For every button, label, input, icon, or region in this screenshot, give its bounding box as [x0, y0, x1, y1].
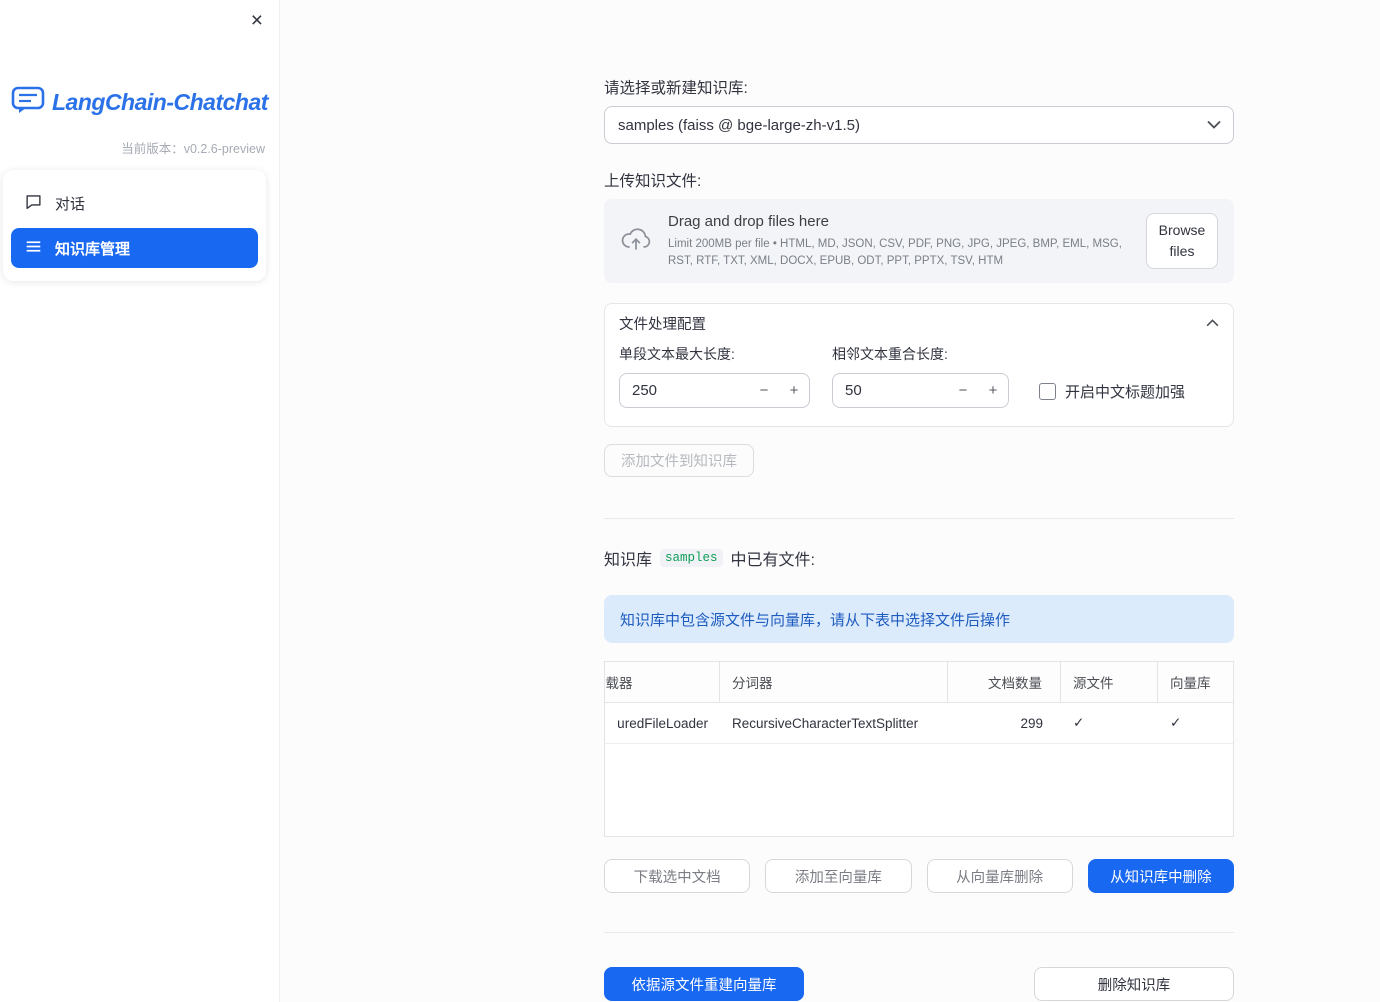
- remove-from-vector-store-button[interactable]: 从向量库删除: [926, 859, 1073, 893]
- table-row[interactable]: UnstructuredFileLoader RecursiveCharacte…: [605, 703, 1233, 744]
- existing-files-line: 知识库 samples 中已有文件:: [604, 546, 1234, 570]
- file-config-title: 文件处理配置: [619, 316, 706, 333]
- content-column: 请选择或新建知识库: samples (faiss @ bge-large-zh…: [604, 0, 1234, 1001]
- files-table-header: 文档加载器 分词器 文档数量 源文件 向量库: [605, 662, 1233, 703]
- chunk-size-value[interactable]: 250: [620, 382, 749, 399]
- file-action-buttons: 下载选中文档 添加至向量库 从向量库删除 从知识库中删除: [604, 859, 1234, 893]
- cell-splitter[interactable]: RecursiveCharacterTextSplitter: [720, 703, 948, 743]
- zh-title-enhance-label: 开启中文标题加强: [1065, 384, 1186, 401]
- uploader-limit: Limit 200MB per file • HTML, MD, JSON, C…: [668, 237, 1122, 267]
- chat-bubble-icon: [25, 193, 42, 214]
- cell-loader[interactable]: UnstructuredFileLoader: [605, 703, 720, 743]
- cell-docs[interactable]: 299: [948, 703, 1061, 743]
- chunk-size-decrement-button[interactable]: −: [749, 374, 779, 407]
- file-config-expander: 文件处理配置 单段文本最大长度: 250 − + 相邻文本重合长度: 50 − …: [604, 303, 1234, 427]
- kb-selectbox[interactable]: samples (faiss @ bge-large-zh-v1.5): [604, 106, 1234, 144]
- overlap-size-input[interactable]: 50 − +: [832, 373, 1009, 408]
- sidebar-item-label: 知识库管理: [55, 240, 131, 258]
- chunk-size-increment-button[interactable]: +: [779, 374, 809, 407]
- logo-chat-icon: [11, 86, 45, 119]
- kb-level-buttons: 依据源文件重建向量库 删除知识库: [604, 967, 1234, 1001]
- download-selected-button[interactable]: 下载选中文档: [604, 859, 751, 893]
- uploader-title: Drag and drop files here: [668, 212, 829, 230]
- cell-source-check[interactable]: ✓: [1061, 703, 1158, 743]
- uploader-texts: Drag and drop files here Limit 200MB per…: [668, 213, 1130, 269]
- zh-title-enhance-field: 开启中文标题加强: [1039, 375, 1185, 408]
- chunk-size-field: 单段文本最大长度: 250 − +: [619, 344, 810, 408]
- overlap-size-decrement-button[interactable]: −: [948, 374, 978, 407]
- kb-select-label: 请选择或新建知识库:: [604, 80, 748, 97]
- info-alert: 知识库中包含源文件与向量库，请从下表中选择文件后操作: [604, 595, 1234, 643]
- overlap-size-field: 相邻文本重合长度: 50 − +: [832, 344, 1009, 408]
- chunk-size-label: 单段文本最大长度:: [619, 346, 735, 362]
- delete-from-kb-button[interactable]: 从知识库中删除: [1087, 859, 1234, 893]
- cloud-upload-icon: [620, 226, 652, 257]
- divider: [604, 932, 1234, 933]
- col-docs-header[interactable]: 文档数量: [948, 662, 1061, 702]
- app-logo: LangChain-Chatchat: [11, 86, 268, 119]
- sidebar-item-dialogue[interactable]: 对话: [11, 183, 258, 223]
- chevron-up-icon: [1206, 314, 1219, 332]
- upload-label: 上传知识文件:: [604, 173, 702, 190]
- file-config-expander-header[interactable]: 文件处理配置: [605, 304, 1233, 342]
- version-label: 当前版本：v0.2.6-preview: [121, 142, 265, 156]
- delete-kb-button[interactable]: 删除知识库: [1034, 967, 1234, 1001]
- files-table[interactable]: 文档加载器 分词器 文档数量 源文件 向量库 UnstructuredFileL…: [604, 661, 1234, 837]
- sidebar-item-knowledge-base[interactable]: 知识库管理: [11, 228, 258, 268]
- sidebar: × LangChain-Chatchat 当前版本：v0.2.6-preview…: [0, 0, 280, 1002]
- overlap-size-increment-button[interactable]: +: [978, 374, 1008, 407]
- col-splitter-header[interactable]: 分词器: [720, 662, 948, 702]
- main-area: 请选择或新建知识库: samples (faiss @ bge-large-zh…: [280, 0, 1380, 1002]
- file-config-body: 单段文本最大长度: 250 − + 相邻文本重合长度: 50 − + 开启中文标…: [605, 342, 1233, 426]
- existing-files-suffix: 中已有文件:: [730, 552, 815, 569]
- sidebar-item-label: 对话: [55, 195, 86, 213]
- browse-files-button[interactable]: Browse files: [1146, 213, 1218, 269]
- col-source-header[interactable]: 源文件: [1061, 662, 1158, 702]
- cell-vector-check[interactable]: ✓: [1158, 703, 1233, 743]
- zh-title-enhance-checkbox[interactable]: [1039, 383, 1056, 400]
- rebuild-vector-store-button[interactable]: 依据源文件重建向量库: [604, 967, 804, 1001]
- existing-files-prefix: 知识库: [604, 552, 653, 569]
- overlap-size-value[interactable]: 50: [833, 382, 948, 399]
- kb-selectbox-value: samples (faiss @ bge-large-zh-v1.5): [618, 116, 860, 134]
- kb-name-code: samples: [660, 549, 723, 567]
- add-to-vector-store-button[interactable]: 添加至向量库: [765, 859, 912, 893]
- sidebar-close-icon[interactable]: ×: [247, 6, 267, 35]
- chevron-down-icon: [1207, 116, 1221, 134]
- divider: [604, 518, 1234, 519]
- list-icon: [25, 238, 42, 259]
- col-loader-header[interactable]: 文档加载器: [605, 662, 720, 702]
- chunk-size-input[interactable]: 250 − +: [619, 373, 810, 408]
- file-uploader-dropzone[interactable]: Drag and drop files here Limit 200MB per…: [604, 199, 1234, 283]
- sidebar-menu: 对话 知识库管理: [3, 170, 266, 281]
- add-files-to-kb-button[interactable]: 添加文件到知识库: [604, 444, 754, 477]
- overlap-size-label: 相邻文本重合长度:: [832, 346, 948, 362]
- logo-text: LangChain-Chatchat: [52, 89, 268, 115]
- col-vector-header[interactable]: 向量库: [1158, 662, 1233, 702]
